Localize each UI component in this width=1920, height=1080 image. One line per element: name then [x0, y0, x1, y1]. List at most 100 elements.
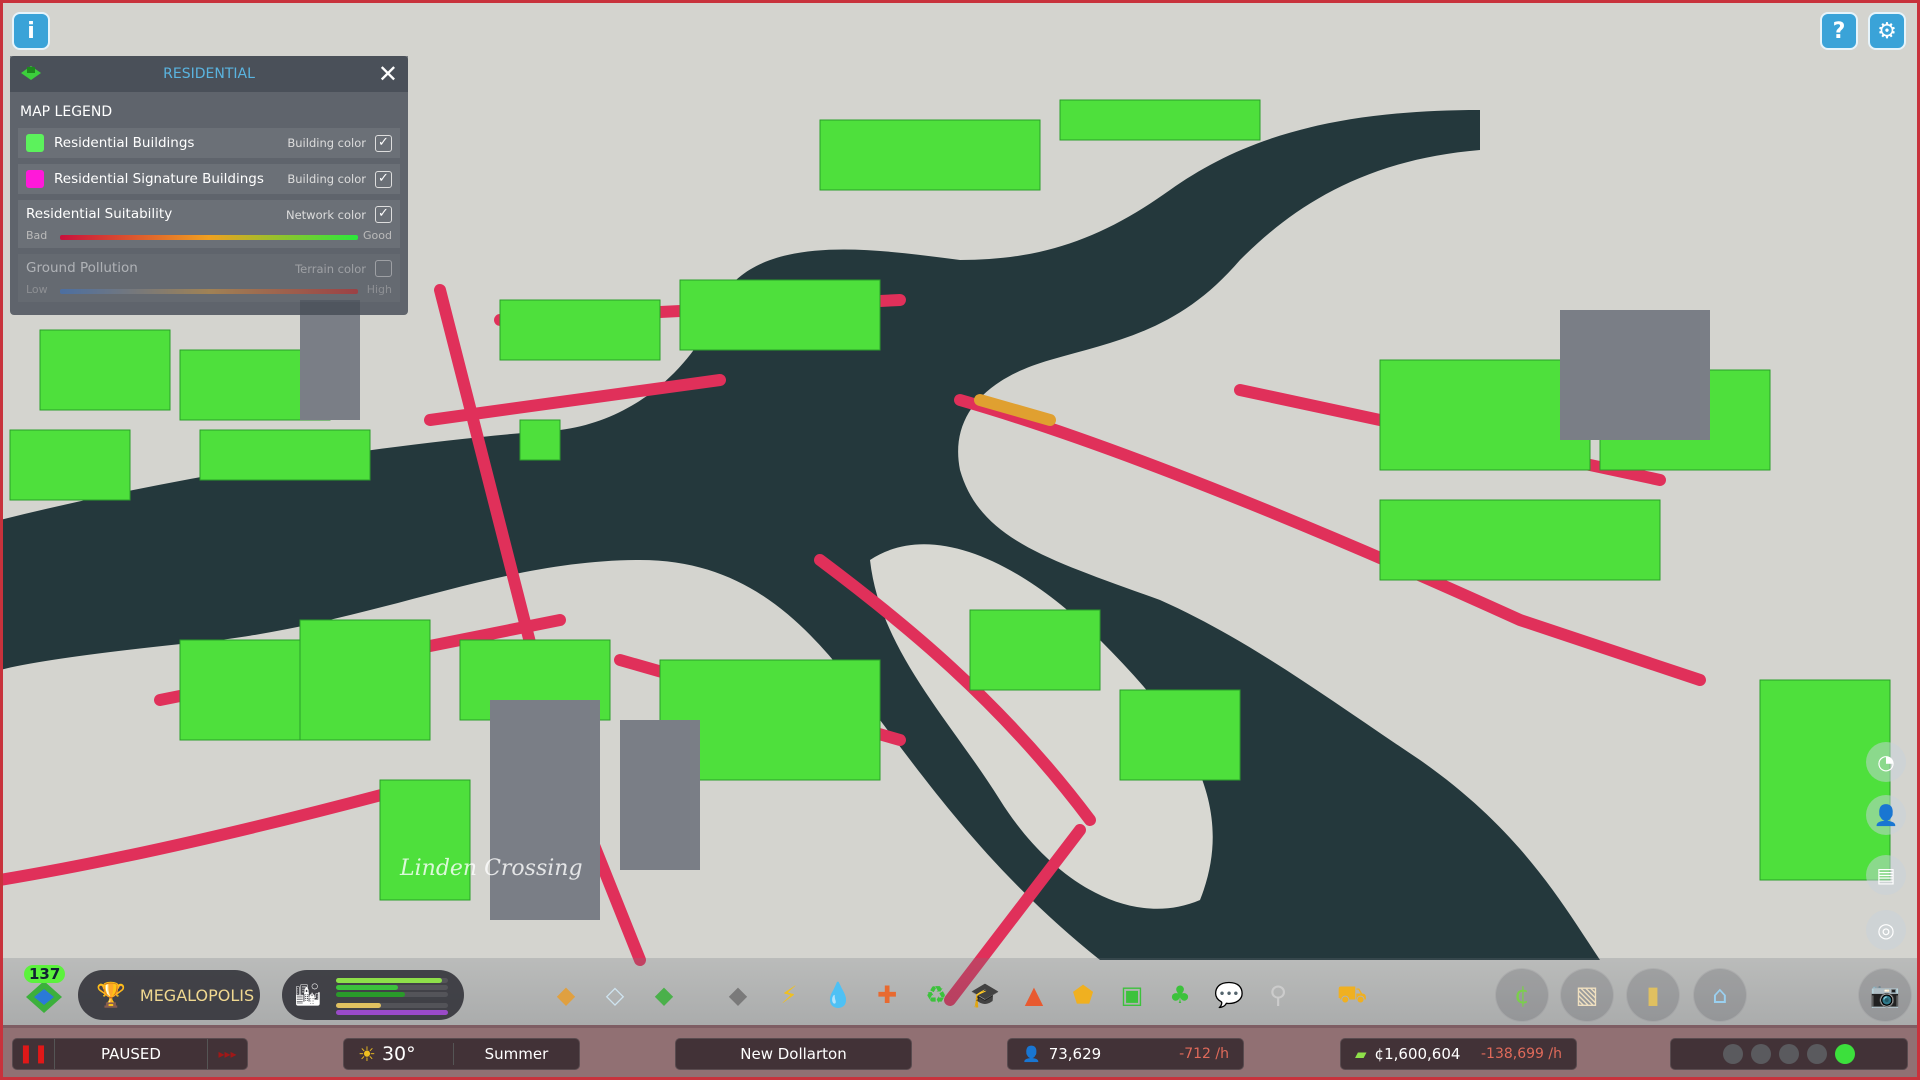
population: 73,629 — [1048, 1045, 1102, 1063]
time-of-day-button[interactable]: ◔ — [1866, 742, 1906, 782]
signature-buildings-icon: ◆ — [654, 981, 674, 1009]
map-legend-panel: RESIDENTIAL ✕ MAP LEGEND Residential Bui… — [10, 56, 408, 315]
trophy-icon: 🏆 — [96, 981, 126, 1009]
option-label: Building color — [287, 172, 366, 186]
population-rate: -712 /h — [1179, 1046, 1229, 1062]
happiness-panel[interactable] — [1670, 1038, 1908, 1070]
district-label: Linden Crossing — [399, 856, 583, 881]
building-color-checkbox[interactable]: ✓ — [375, 170, 392, 188]
water-tool-button[interactable]: 💧 — [821, 978, 855, 1012]
weather-panel[interactable]: ☀ 30° Summer — [343, 1038, 580, 1070]
map-layers-icon: ▧ — [1575, 981, 1599, 1009]
low-label: Low — [26, 283, 48, 296]
help-button[interactable]: ? — [1820, 12, 1858, 50]
person-icon: 👤 — [1022, 1045, 1041, 1063]
population-panel[interactable]: 👤 73,629 -712 /h — [1007, 1038, 1244, 1070]
simulation-controls: ❚❚ PAUSED ▸▸▸ — [12, 1038, 248, 1070]
info-button[interactable]: i — [12, 12, 50, 50]
signature-buildings-tool-button[interactable]: ◆ — [647, 978, 681, 1012]
demand-bar — [335, 991, 448, 997]
gear-icon: ⚙ — [1877, 18, 1897, 44]
high-label: High — [366, 283, 392, 296]
demand-button[interactable]: 🏙 — [282, 970, 464, 1020]
zoning-icon: ◆ — [556, 981, 576, 1009]
roads-icon: ◆ — [728, 981, 748, 1009]
option-label: Terrain color — [295, 262, 366, 276]
citizens-button[interactable]: 👤 — [1866, 795, 1906, 835]
city-buildings-icon: 🏙 — [294, 982, 322, 1008]
water-icon: 💧 — [823, 981, 853, 1009]
network-color-checkbox[interactable]: ✓ — [375, 206, 392, 223]
color-swatch — [26, 134, 44, 152]
landscaping-tool-button[interactable]: ⚲ — [1261, 978, 1295, 1012]
level-badge[interactable]: 137 — [18, 965, 68, 1015]
police-tool-button[interactable]: ⬟ — [1066, 978, 1100, 1012]
economy-button[interactable]: ¢ — [1495, 968, 1549, 1022]
transportation-icon: ▣ — [1120, 981, 1144, 1009]
legend-heading: MAP LEGEND — [20, 104, 113, 120]
zoning-tool-button[interactable]: ◆ — [549, 978, 583, 1012]
roads-tool-button[interactable]: ◆ — [721, 978, 755, 1012]
progression-button[interactable]: ⌂ — [1693, 968, 1747, 1022]
money-panel[interactable]: ▰ ¢1,600,604 -138,699 /h — [1340, 1038, 1577, 1070]
high-label: Good — [363, 229, 392, 242]
healthcare-tool-button[interactable]: ✚ — [870, 978, 904, 1012]
map-layers-button[interactable]: ▧ — [1560, 968, 1614, 1022]
level-number: 137 — [24, 965, 66, 983]
money-icon: ▰ — [1355, 1045, 1367, 1063]
info-icon: i — [27, 18, 35, 44]
city-name-button[interactable]: New Dollarton — [675, 1038, 912, 1070]
electricity-icon: ⚡ — [780, 981, 798, 1009]
panel-title: RESIDENTIAL — [163, 66, 255, 82]
residential-icon — [21, 66, 41, 80]
economy-icon: ¢ — [1514, 981, 1530, 1009]
pause-button[interactable]: ❚❚ — [13, 1039, 55, 1069]
garbage-tool-button[interactable]: ♻ — [919, 978, 953, 1012]
notes-button[interactable]: ▤ — [1866, 855, 1906, 895]
radio-button[interactable]: ◎ — [1866, 910, 1906, 950]
photo-mode-button[interactable]: 📷 — [1858, 968, 1912, 1022]
city-name: New Dollarton — [740, 1045, 847, 1063]
education-icon: 🎓 — [970, 981, 1000, 1009]
happiness-face-icon — [1807, 1044, 1827, 1064]
milestone-button[interactable]: 🏆 MEGALOPOLIS — [78, 970, 260, 1020]
settings-button[interactable]: ⚙ — [1868, 12, 1906, 50]
electricity-tool-button[interactable]: ⚡ — [772, 978, 806, 1012]
healthcare-icon: ✚ — [876, 981, 898, 1009]
education-tool-button[interactable]: 🎓 — [968, 978, 1002, 1012]
statistics-icon: ▮ — [1646, 981, 1660, 1009]
color-swatch — [26, 170, 44, 188]
legend-item-ground-pollution: Ground Pollution Terrain color Low High — [18, 254, 400, 302]
notes-icon: ▤ — [1876, 863, 1896, 887]
demand-bar — [335, 1009, 448, 1015]
building-color-checkbox[interactable]: ✓ — [375, 134, 392, 152]
close-icon[interactable]: ✕ — [378, 60, 398, 88]
legend-item-suitability: Residential Suitability Network color ✓ … — [18, 200, 400, 248]
area-tool-button[interactable]: ◇ — [598, 978, 632, 1012]
money-rate: -138,699 /h — [1481, 1046, 1562, 1062]
area-icon: ◇ — [605, 981, 625, 1009]
bulldozer-icon: ⛟ — [1336, 979, 1368, 1008]
transportation-tool-button[interactable]: ▣ — [1115, 978, 1149, 1012]
season: Summer — [484, 1045, 549, 1063]
demand-bar — [335, 984, 448, 990]
communication-tool-button[interactable]: 💬 — [1212, 978, 1246, 1012]
garbage-icon: ♻ — [925, 981, 947, 1009]
terrain-color-checkbox[interactable] — [375, 260, 392, 277]
camera-icon: 📷 — [1870, 981, 1900, 1009]
speed-button[interactable]: ▸▸▸ — [207, 1039, 247, 1069]
money: ¢1,600,604 — [1374, 1045, 1461, 1063]
question-icon: ? — [1832, 18, 1846, 44]
legend-label: Residential Suitability — [26, 206, 173, 222]
legend-label: Residential Signature Buildings — [54, 171, 264, 187]
panel-header: RESIDENTIAL ✕ — [10, 56, 408, 92]
fire-tool-button[interactable]: ▲ — [1017, 978, 1051, 1012]
status-bar — [0, 1025, 1920, 1080]
progression-icon: ⌂ — [1712, 981, 1728, 1009]
bulldozer-tool-button[interactable]: ⛟ — [1335, 978, 1369, 1012]
parks-tool-button[interactable]: ♣ — [1163, 978, 1197, 1012]
happiness-face-active-icon — [1835, 1044, 1855, 1064]
demand-bar — [335, 977, 448, 983]
radio-icon: ◎ — [1877, 918, 1895, 942]
statistics-button[interactable]: ▮ — [1626, 968, 1680, 1022]
